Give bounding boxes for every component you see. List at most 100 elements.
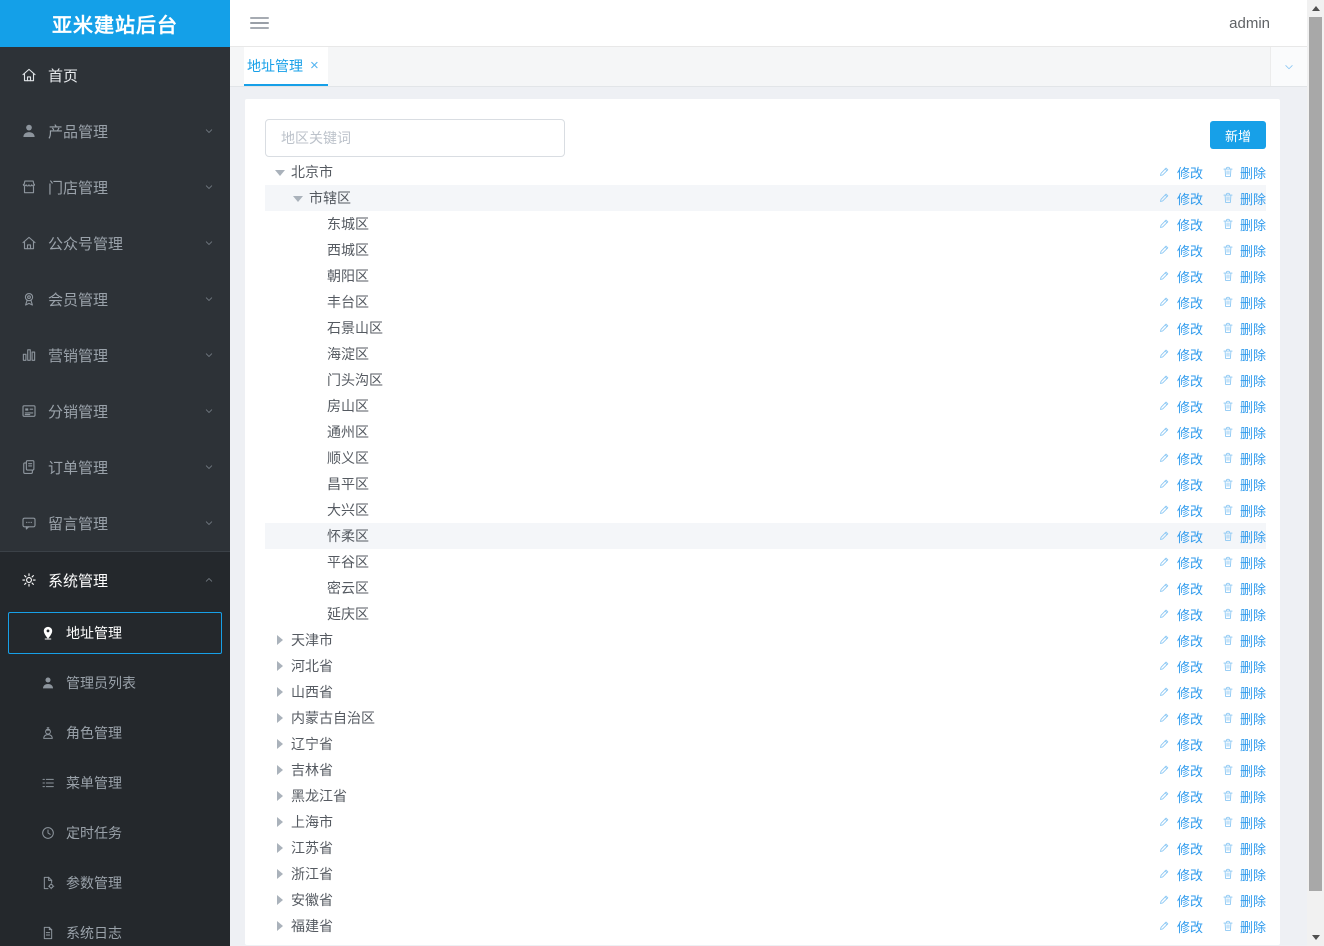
delete-link[interactable]: 删除 (1221, 423, 1266, 442)
tree-row[interactable]: 丰台区 修改 删除 (265, 289, 1266, 315)
scroll-down-button[interactable] (1307, 929, 1324, 946)
edit-link[interactable]: 修改 (1158, 865, 1203, 884)
edit-link[interactable]: 修改 (1158, 553, 1203, 572)
tree-row[interactable]: 通州区 修改 删除 (265, 419, 1266, 445)
tree-row[interactable]: 密云区 修改 删除 (265, 575, 1266, 601)
tree-row[interactable]: 江苏省 修改 删除 (265, 835, 1266, 861)
caret-right-icon[interactable] (275, 712, 285, 724)
edit-link[interactable]: 修改 (1158, 345, 1203, 364)
tree-row[interactable]: 延庆区 修改 删除 (265, 601, 1266, 627)
tree-row[interactable]: 大兴区 修改 删除 (265, 497, 1266, 523)
sidebar-item-home[interactable]: 首页 (0, 47, 230, 103)
add-button[interactable]: 新增 (1210, 121, 1266, 149)
delete-link[interactable]: 删除 (1221, 163, 1266, 182)
edit-link[interactable]: 修改 (1158, 579, 1203, 598)
delete-link[interactable]: 删除 (1221, 683, 1266, 702)
menu-toggle-icon[interactable] (250, 17, 269, 29)
tree-row[interactable]: 东城区 修改 删除 (265, 211, 1266, 237)
delete-link[interactable]: 删除 (1221, 215, 1266, 234)
edit-link[interactable]: 修改 (1158, 501, 1203, 520)
delete-link[interactable]: 删除 (1221, 397, 1266, 416)
tree-row[interactable]: 北京市 修改 删除 (265, 159, 1266, 185)
sidebar-subitem-menu[interactable]: 菜单管理 (0, 758, 230, 808)
delete-link[interactable]: 删除 (1221, 605, 1266, 624)
sidebar-subitem-address[interactable]: 地址管理 (8, 612, 222, 654)
sidebar-item-distribution[interactable]: 分销管理 (0, 383, 230, 439)
caret-right-icon[interactable] (275, 764, 285, 776)
tree-row[interactable]: 朝阳区 修改 删除 (265, 263, 1266, 289)
edit-link[interactable]: 修改 (1158, 163, 1203, 182)
edit-link[interactable]: 修改 (1158, 683, 1203, 702)
tree-row[interactable]: 西城区 修改 删除 (265, 237, 1266, 263)
caret-right-icon[interactable] (275, 790, 285, 802)
caret-right-icon[interactable] (275, 816, 285, 828)
sidebar-item-message[interactable]: 留言管理 (0, 495, 230, 551)
caret-right-icon[interactable] (275, 738, 285, 750)
delete-link[interactable]: 删除 (1221, 865, 1266, 884)
edit-link[interactable]: 修改 (1158, 917, 1203, 936)
tree-row[interactable]: 辽宁省 修改 删除 (265, 731, 1266, 757)
tree-row[interactable]: 房山区 修改 删除 (265, 393, 1266, 419)
delete-link[interactable]: 删除 (1221, 345, 1266, 364)
delete-link[interactable]: 删除 (1221, 475, 1266, 494)
delete-link[interactable]: 删除 (1221, 839, 1266, 858)
delete-link[interactable]: 删除 (1221, 787, 1266, 806)
edit-link[interactable]: 修改 (1158, 709, 1203, 728)
delete-link[interactable]: 删除 (1221, 917, 1266, 936)
tab-close-icon[interactable]: × (310, 58, 319, 73)
sidebar-subitem-params[interactable]: 参数管理 (0, 858, 230, 908)
delete-link[interactable]: 删除 (1221, 657, 1266, 676)
delete-link[interactable]: 删除 (1221, 579, 1266, 598)
edit-link[interactable]: 修改 (1158, 735, 1203, 754)
tree-row[interactable]: 天津市 修改 删除 (265, 627, 1266, 653)
edit-link[interactable]: 修改 (1158, 449, 1203, 468)
tree-row[interactable]: 平谷区 修改 删除 (265, 549, 1266, 575)
sidebar-subitem-logs[interactable]: 系统日志 (0, 908, 230, 946)
sidebar-subitem-role[interactable]: 角色管理 (0, 708, 230, 758)
user-name[interactable]: admin (1229, 15, 1270, 32)
delete-link[interactable]: 删除 (1221, 293, 1266, 312)
edit-link[interactable]: 修改 (1158, 813, 1203, 832)
edit-link[interactable]: 修改 (1158, 293, 1203, 312)
tree-row[interactable]: 浙江省 修改 删除 (265, 861, 1266, 887)
caret-right-icon[interactable] (275, 842, 285, 854)
scroll-up-button[interactable] (1307, 0, 1324, 17)
edit-link[interactable]: 修改 (1158, 631, 1203, 650)
tree-row[interactable]: 顺义区 修改 删除 (265, 445, 1266, 471)
caret-right-icon[interactable] (275, 634, 285, 646)
edit-link[interactable]: 修改 (1158, 189, 1203, 208)
tree-row[interactable]: 海淀区 修改 删除 (265, 341, 1266, 367)
delete-link[interactable]: 删除 (1221, 813, 1266, 832)
delete-link[interactable]: 删除 (1221, 891, 1266, 910)
edit-link[interactable]: 修改 (1158, 371, 1203, 390)
sidebar-item-wechat[interactable]: 公众号管理 (0, 215, 230, 271)
tree-row[interactable]: 内蒙古自治区 修改 删除 (265, 705, 1266, 731)
delete-link[interactable]: 删除 (1221, 553, 1266, 572)
edit-link[interactable]: 修改 (1158, 423, 1203, 442)
delete-link[interactable]: 删除 (1221, 319, 1266, 338)
search-input[interactable] (265, 119, 565, 157)
scrollbar-thumb[interactable] (1309, 17, 1322, 891)
edit-link[interactable]: 修改 (1158, 215, 1203, 234)
edit-link[interactable]: 修改 (1158, 527, 1203, 546)
tree-row[interactable]: 吉林省 修改 删除 (265, 757, 1266, 783)
caret-down-icon[interactable] (275, 166, 285, 178)
tree-row[interactable]: 河北省 修改 删除 (265, 653, 1266, 679)
tree-row[interactable]: 怀柔区 修改 删除 (265, 523, 1266, 549)
tab-list-dropdown[interactable] (1270, 47, 1307, 86)
tab-address-management[interactable]: 地址管理 × (244, 47, 328, 86)
sidebar-item-member[interactable]: 会员管理 (0, 271, 230, 327)
edit-link[interactable]: 修改 (1158, 891, 1203, 910)
tree-row[interactable]: 昌平区 修改 删除 (265, 471, 1266, 497)
edit-link[interactable]: 修改 (1158, 267, 1203, 286)
sidebar-subitem-cron[interactable]: 定时任务 (0, 808, 230, 858)
delete-link[interactable]: 删除 (1221, 449, 1266, 468)
edit-link[interactable]: 修改 (1158, 319, 1203, 338)
edit-link[interactable]: 修改 (1158, 787, 1203, 806)
delete-link[interactable]: 删除 (1221, 761, 1266, 780)
caret-right-icon[interactable] (275, 868, 285, 880)
tree-row[interactable]: 福建省 修改 删除 (265, 913, 1266, 939)
caret-right-icon[interactable] (275, 686, 285, 698)
sidebar-item-product[interactable]: 产品管理 (0, 103, 230, 159)
tree-row[interactable]: 上海市 修改 删除 (265, 809, 1266, 835)
